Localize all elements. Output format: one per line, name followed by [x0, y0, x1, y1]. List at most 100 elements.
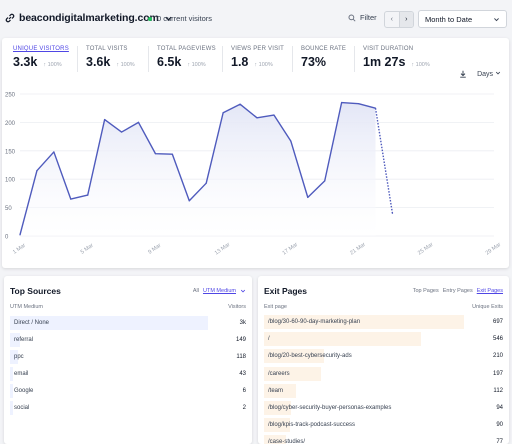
row-label[interactable]: /case-studies/	[268, 439, 305, 444]
y-tick-label: 150	[5, 149, 16, 155]
stat-label: VISIT DURATION	[363, 46, 414, 52]
tab-all[interactable]: All	[193, 288, 199, 294]
divider	[148, 46, 149, 72]
row-bar	[264, 332, 421, 347]
column-header-name: UTM Medium	[10, 304, 44, 310]
stat-bounce-rate[interactable]: BOUNCE RATE 73%	[301, 46, 346, 74]
divider	[222, 46, 223, 72]
row-value: 77	[496, 439, 503, 444]
data-point	[70, 198, 72, 200]
x-tick-label: 29 Mar	[485, 242, 503, 257]
period-select[interactable]: Month to Date	[418, 10, 507, 28]
x-tick-label: 25 Mar	[417, 242, 435, 257]
chevron-down-icon	[494, 17, 499, 21]
list-item[interactable]: /blog/cyber-security-buyer-personas-exam…	[264, 401, 503, 415]
x-tick-label: 21 Mar	[349, 242, 367, 257]
row-value: 197	[492, 370, 503, 377]
list-item[interactable]: ppc 118	[10, 350, 246, 364]
data-point	[87, 194, 89, 196]
stat-views-per-visit[interactable]: VIEWS PER VISIT 1.8 ↑ 100%	[231, 46, 284, 74]
row-bar	[10, 367, 13, 381]
tab-entry-pages[interactable]: Entry Pages	[443, 288, 473, 294]
x-tick-label: 13 Mar	[214, 242, 232, 257]
stat-label: BOUNCE RATE	[301, 46, 347, 52]
data-point	[36, 170, 38, 172]
pages-tabs: Top Pages Entry Pages Exit Pages	[413, 288, 503, 294]
exit-pages-card: Exit Pages Top Pages Entry Pages Exit Pa…	[258, 276, 509, 444]
stat-label: TOTAL VISITS	[86, 46, 128, 52]
card-title: Top Sources	[10, 286, 61, 296]
divider	[77, 46, 78, 72]
visitors-line-chart[interactable]: 0 50 100 150 200 250 1 Mar 5 Mar 9 Mar 13 Mar 17 M…	[2, 86, 509, 268]
current-visitors[interactable]: 0 current visitors	[148, 14, 212, 23]
tab-utm-medium[interactable]: UTM Medium	[203, 288, 236, 294]
row-label[interactable]: /team	[268, 388, 283, 394]
row-label[interactable]: /	[268, 336, 270, 342]
row-label[interactable]: social	[14, 405, 29, 411]
tab-exit-pages[interactable]: Exit Pages	[477, 288, 503, 294]
y-tick-label: 250	[5, 93, 16, 99]
stat-value: 1.8	[231, 55, 249, 69]
stat-unique-visitors[interactable]: UNIQUE VISITORS 3.3k ↑ 100%	[13, 46, 69, 74]
stat-label: UNIQUE VISITORS	[13, 46, 69, 52]
row-label[interactable]: /careers	[268, 371, 290, 377]
filter-button[interactable]: Filter	[348, 13, 377, 22]
stat-value: 3.3k	[13, 55, 38, 69]
chevron-down-icon	[240, 289, 246, 293]
interval-select[interactable]: Days	[477, 70, 501, 78]
data-point	[120, 131, 123, 133]
row-label[interactable]: /blog/20-best-cybersecurity-ads	[268, 353, 352, 359]
next-period-button[interactable]: ›	[398, 12, 413, 27]
list-item[interactable]: /team 112	[264, 383, 503, 398]
data-point	[104, 118, 106, 121]
list-item[interactable]: / 546	[264, 332, 503, 347]
data-point	[357, 103, 360, 105]
row-bar	[10, 384, 13, 398]
row-value: 118	[236, 354, 246, 360]
row-label[interactable]: referral	[14, 337, 33, 343]
row-label[interactable]: Direct / None	[14, 320, 49, 326]
row-label[interactable]: ppc	[14, 354, 24, 360]
stat-label: TOTAL PAGEVIEWS	[157, 46, 216, 52]
y-tick-label: 50	[5, 206, 12, 212]
x-tick-label: 9 Mar	[147, 243, 162, 256]
interval-label: Days	[477, 71, 494, 78]
data-point	[239, 103, 241, 105]
list-item[interactable]: referral 149	[10, 333, 246, 347]
stat-total-visits[interactable]: TOTAL VISITS 3.6k ↑ 100%	[86, 46, 135, 74]
divider	[292, 46, 293, 72]
row-label[interactable]: email	[14, 371, 28, 377]
search-icon	[348, 13, 356, 22]
tab-top-pages[interactable]: Top Pages	[413, 288, 439, 294]
stat-change: ↑ 100%	[116, 62, 135, 68]
row-value: 149	[235, 337, 246, 343]
series-line-incomplete	[374, 108, 394, 214]
list-item[interactable]: /blog/30-60-90-day-marketing-plan 697	[264, 315, 503, 329]
list-item[interactable]: Google 6	[10, 384, 246, 398]
data-point	[374, 107, 377, 109]
stat-visit-duration[interactable]: VISIT DURATION 1m 27s ↑ 100%	[363, 46, 430, 74]
divider	[354, 46, 355, 72]
stat-value: 1m 27s	[363, 55, 406, 69]
list-item[interactable]: /blog/20-best-cybersecurity-ads 210	[264, 349, 503, 364]
list-item[interactable]: /careers 197	[264, 366, 503, 381]
top-bar: beacondigitalmarketing.com 0 current vis…	[0, 0, 512, 38]
list-item[interactable]: /case-studies/77	[264, 435, 503, 444]
list-item[interactable]: social 2	[10, 401, 246, 415]
column-header-value: Visitors	[228, 304, 246, 310]
row-label[interactable]: /blog/cyber-security-buyer-personas-exam…	[268, 405, 391, 411]
row-value: 43	[239, 371, 246, 377]
row-label[interactable]: /blog/30-60-90-day-marketing-plan	[268, 319, 360, 325]
previous-period-button[interactable]: ‹	[385, 12, 399, 27]
download-icon[interactable]	[459, 70, 467, 78]
main-graph-card: UNIQUE VISITORS 3.3k ↑ 100% TOTAL VISITS …	[2, 38, 509, 268]
list-item[interactable]: Direct / None 3k	[10, 316, 246, 330]
row-label[interactable]: /blog/kpis-track-podcast-success	[268, 422, 355, 428]
list-item[interactable]: /blog/kpis-track-podcast-success 90	[264, 418, 503, 433]
stat-total-pageviews[interactable]: TOTAL PAGEVIEWS 6.5k ↑ 100%	[157, 46, 216, 74]
stat-value: 73%	[301, 55, 327, 69]
row-label[interactable]: Google	[14, 388, 33, 394]
live-dot-icon	[148, 16, 152, 21]
list-item[interactable]: email 43	[10, 367, 246, 381]
graph-tools: Days	[459, 70, 501, 78]
